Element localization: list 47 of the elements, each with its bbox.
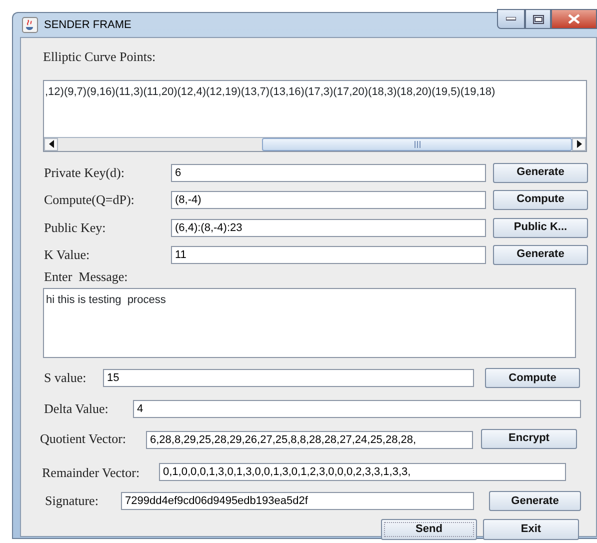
action-button[interactable]: Generate [493,244,588,264]
field-label: Signature: [45,492,100,510]
text-field[interactable]: (8,-4) [171,190,486,208]
action-button[interactable]: Generate [493,162,588,182]
minimize-icon [506,17,516,21]
field-label: Private Key(d): [44,164,126,182]
field-label: Public Key: [44,218,107,237]
field-label: Quotient Vector: [40,430,128,448]
section-label: Elliptic Curve Points: [43,48,157,66]
right-arrow-icon [576,140,582,148]
text-field[interactable]: (6,4):(8,-4):23 [171,218,486,236]
grip-icon [414,140,420,148]
action-button[interactable]: Encrypt [481,428,577,448]
action-button[interactable]: Generate [489,491,581,511]
scroll-right-button[interactable] [572,138,586,150]
scrollbar-thumb[interactable] [262,138,572,150]
text-field[interactable]: 15 [103,369,474,387]
field-label: S value: [44,369,88,388]
field-label: Remainder Vector: [42,464,141,482]
field-label: Delta Value: [44,400,110,418]
text-field[interactable]: 11 [171,246,486,264]
curve-points-text: ,12)(9,7)(9,16)(11,3)(11,20)(12,4)(12,19)(13,7)(13,16)(17,3)(17,20)(18,3)(18,20)(19,5)(19,18) [44,84,496,100]
text-field[interactable]: 6 [171,164,486,182]
window-title: SENDER FRAME [44,18,132,33]
text-field[interactable]: 4 [133,400,581,418]
send-button[interactable]: Send [381,519,477,540]
minimize-button[interactable] [497,9,525,29]
action-button[interactable]: Compute [493,190,588,210]
close-button[interactable] [551,9,597,29]
close-icon [568,14,580,24]
text-field[interactable]: 0,1,0,0,0,1,3,0,1,3,0,0,1,3,0,1,2,3,0,0,0,2,3,3,1,3,3, [159,463,566,482]
exit-button[interactable]: Exit [483,519,579,540]
action-button[interactable]: Public K... [493,218,588,238]
maximize-icon [532,14,544,24]
app-icon [22,17,38,33]
scroll-left-button[interactable] [44,138,58,150]
action-button[interactable]: Compute [485,368,580,388]
field-label: Compute(Q=dP): [44,190,136,209]
field-label: K Value: [44,246,91,264]
message-area[interactable]: hi this is testing process [43,288,576,358]
text-area[interactable]: ,12)(9,7)(9,16)(11,3)(11,20)(12,4)(12,19)(13,7)(13,16)(17,3)(17,20)(18,3)(18,20)(19,5)(19,18) [43,80,587,152]
field-label: Enter Message: [44,268,129,286]
maximize-button[interactable] [525,9,551,29]
text-field[interactable]: 6,28,8,29,25,28,29,26,27,25,8,8,28,28,27,24,25,28,28, [146,430,473,448]
left-arrow-icon [48,140,54,148]
text-field[interactable]: 7299dd4ef9cd06d9495edb193ea5d2f [121,492,474,510]
horizontal-scrollbar[interactable] [44,136,586,150]
